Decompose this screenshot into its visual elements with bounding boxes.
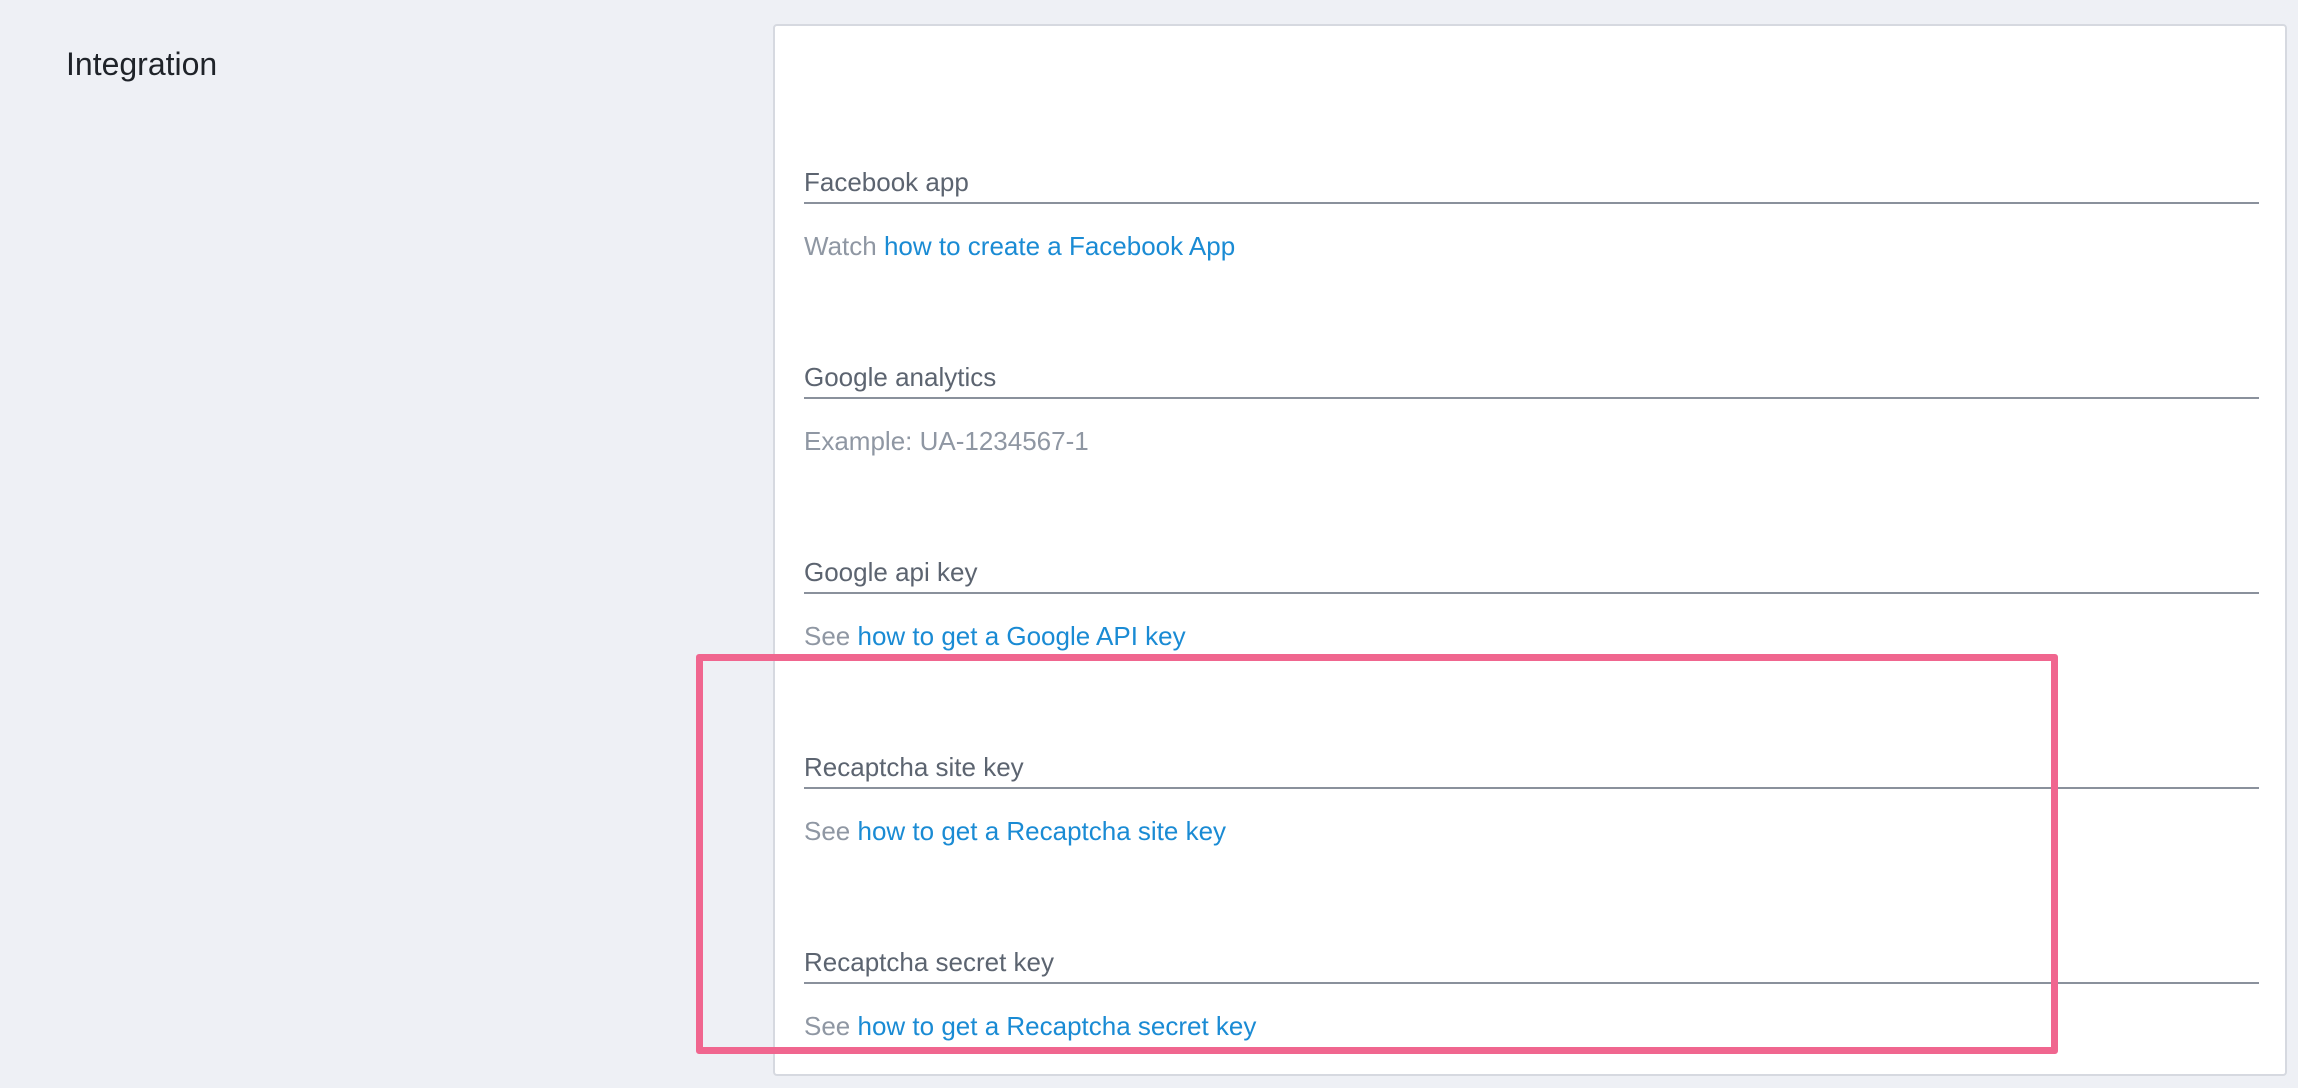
recaptcha-site-key-label: Recaptcha site key (804, 752, 1024, 782)
recaptcha-secret-key-help: See how to get a Recaptcha secret key (804, 1006, 2259, 1046)
recaptcha-site-key-help: See how to get a Recaptcha site key (804, 811, 2259, 851)
recaptcha-site-key-help-prefix: See (804, 816, 851, 846)
facebook-app-input[interactable] (804, 202, 2259, 204)
google-analytics-label: Google analytics (804, 362, 997, 392)
google-api-key-label: Google api key (804, 557, 978, 587)
facebook-app-help: Watch how to create a Facebook App (804, 226, 2259, 266)
facebook-app-help-prefix: Watch (804, 231, 877, 261)
recaptcha-secret-key-help-link[interactable]: how to get a Recaptcha secret key (858, 1011, 1257, 1041)
google-api-key-help: See how to get a Google API key (804, 616, 2259, 656)
recaptcha-secret-key-label: Recaptcha secret key (804, 947, 1055, 977)
google-api-key-field: Google api key See how to get a Google A… (804, 552, 2259, 656)
google-analytics-help: Example: UA-1234567-1 (804, 426, 1089, 456)
facebook-app-help-link[interactable]: how to create a Facebook App (884, 231, 1235, 261)
google-analytics-field: Google analytics Example: UA-1234567-1 (804, 357, 2259, 461)
google-analytics-input[interactable] (804, 397, 2259, 399)
google-api-key-help-link[interactable]: how to get a Google API key (858, 621, 1186, 651)
recaptcha-secret-key-input[interactable] (804, 982, 2259, 984)
integration-panel: Facebook app Watch how to create a Faceb… (773, 24, 2287, 1076)
section-title: Integration (66, 46, 218, 82)
google-api-key-input[interactable] (804, 592, 2259, 594)
google-api-key-help-prefix: See (804, 621, 851, 651)
recaptcha-site-key-field: Recaptcha site key See how to get a Reca… (804, 747, 2259, 851)
facebook-app-field: Facebook app Watch how to create a Faceb… (804, 162, 2259, 266)
recaptcha-site-key-help-link[interactable]: how to get a Recaptcha site key (858, 816, 1227, 846)
recaptcha-secret-key-help-prefix: See (804, 1011, 851, 1041)
recaptcha-site-key-input[interactable] (804, 787, 2259, 789)
recaptcha-secret-key-field: Recaptcha secret key See how to get a Re… (804, 942, 2259, 1046)
facebook-app-label: Facebook app (804, 167, 969, 197)
